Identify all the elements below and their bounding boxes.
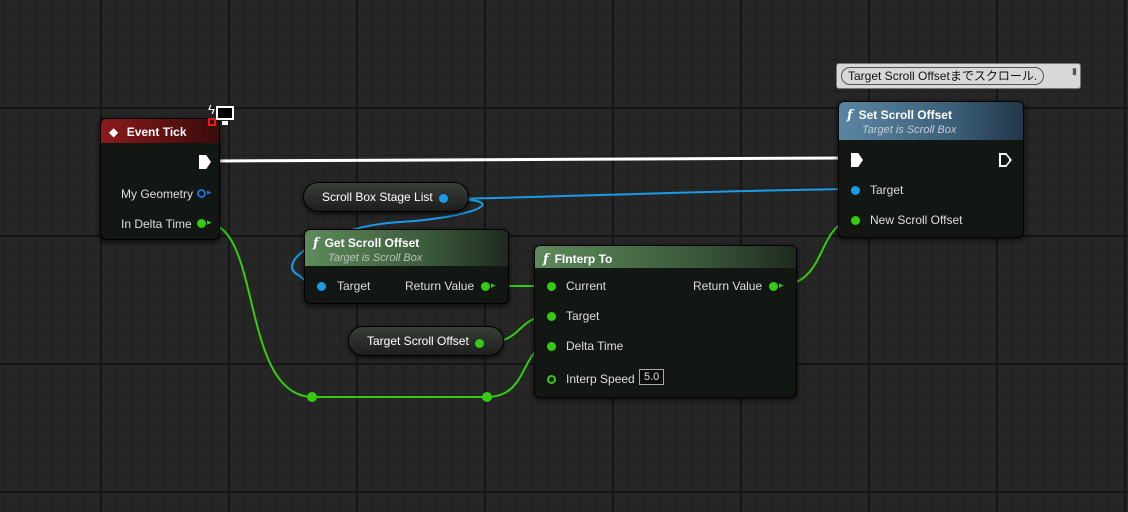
float-wire-delta-to-reroute [205, 222, 313, 398]
get-scroll-offset-node[interactable]: f Get Scroll Offset Target is Scroll Box … [304, 229, 509, 304]
finterp-return-value-pin[interactable] [769, 282, 778, 291]
function-f-icon: f [313, 236, 319, 251]
finterp-target-pin[interactable] [547, 312, 556, 321]
exec-in-pin[interactable] [851, 153, 863, 167]
set-scroll-offset-header[interactable]: f Set Scroll Offset Target is Scroll Box [839, 102, 1023, 140]
reroute-node-right[interactable] [482, 392, 492, 402]
finterp-to-title: FInterp To [554, 252, 613, 266]
comment-bubble[interactable]: Target Scroll Offsetまでスクロール. ▮ [836, 63, 1081, 89]
finterp-interp-speed-pin[interactable] [547, 375, 556, 384]
get-scroll-offset-title: Get Scroll Offset [324, 236, 420, 250]
comment-text: Target Scroll Offsetまでスクロール. [841, 67, 1045, 85]
finterp-target-label: Target [566, 309, 600, 323]
event-tick-node[interactable]: ◆ Event Tick My Geometry ▸ In Delta Time… [100, 118, 220, 240]
set-scroll-offset-subtitle: Target is Scroll Box [862, 124, 957, 136]
get-target-pin[interactable] [317, 282, 326, 291]
my-geometry-label: My Geometry [121, 187, 194, 201]
set-scroll-offset-title: Set Scroll Offset [858, 108, 952, 122]
finterp-interp-speed-label: Interp Speed [566, 372, 635, 386]
scroll-box-stage-list-label: Scroll Box Stage List [322, 190, 433, 204]
object-wire-scrollbox-to-set [445, 188, 853, 200]
target-scroll-offset-label: Target Scroll Offset [367, 334, 469, 348]
exec-out-pin[interactable] [199, 155, 211, 169]
get-return-arrow-icon: ▸ [491, 280, 496, 290]
set-scroll-offset-node[interactable]: f Set Scroll Offset Target is Scroll Box … [838, 101, 1024, 238]
finterp-return-arrow-icon: ▸ [779, 280, 784, 290]
target-scroll-offset-output-pin[interactable] [475, 339, 484, 348]
event-tick-title: Event Tick [126, 125, 187, 139]
interp-speed-input[interactable]: 5.0 [639, 369, 665, 385]
my-geometry-pin[interactable] [197, 189, 206, 198]
in-delta-time-pin[interactable] [197, 219, 206, 228]
finterp-delta-time-label: Delta Time [566, 339, 624, 353]
in-delta-time-label: In Delta Time [121, 217, 192, 231]
finterp-current-pin[interactable] [547, 282, 556, 291]
finterp-return-value-label: Return Value [693, 279, 763, 293]
get-scroll-offset-header[interactable]: f Get Scroll Offset Target is Scroll Box [305, 230, 508, 266]
function-f-icon: f [847, 108, 853, 123]
reroute-node-left[interactable] [307, 392, 317, 402]
event-diamond-icon: ◆ [109, 125, 119, 139]
finterp-delta-time-pin[interactable] [547, 342, 556, 351]
get-target-label: Target [337, 279, 371, 293]
get-return-value-label: Return Value [405, 279, 475, 293]
get-scroll-offset-subtitle: Target is Scroll Box [328, 252, 423, 264]
set-target-label: Target [870, 183, 904, 197]
function-f-icon: f [543, 252, 549, 267]
set-target-pin[interactable] [851, 186, 860, 195]
pin-icon[interactable]: ▮ [1072, 66, 1077, 77]
event-tick-header[interactable]: ◆ Event Tick [101, 119, 219, 143]
my-geometry-arrow-icon: ▸ [207, 187, 212, 197]
client-monitor-icon: ϟ [208, 102, 236, 128]
finterp-current-label: Current [566, 279, 607, 293]
set-new-scroll-offset-label: New Scroll Offset [870, 213, 963, 227]
scroll-box-output-pin[interactable] [439, 194, 448, 203]
finterp-to-node[interactable]: f FInterp To Current Return Value ▸ Targe… [534, 245, 797, 398]
get-return-value-pin[interactable] [481, 282, 490, 291]
exec-wire [211, 156, 847, 163]
in-delta-time-arrow-icon: ▸ [207, 217, 212, 227]
finterp-to-header[interactable]: f FInterp To [535, 246, 796, 268]
set-new-scroll-offset-pin[interactable] [851, 216, 860, 225]
exec-out-outline-icon [999, 153, 1012, 167]
